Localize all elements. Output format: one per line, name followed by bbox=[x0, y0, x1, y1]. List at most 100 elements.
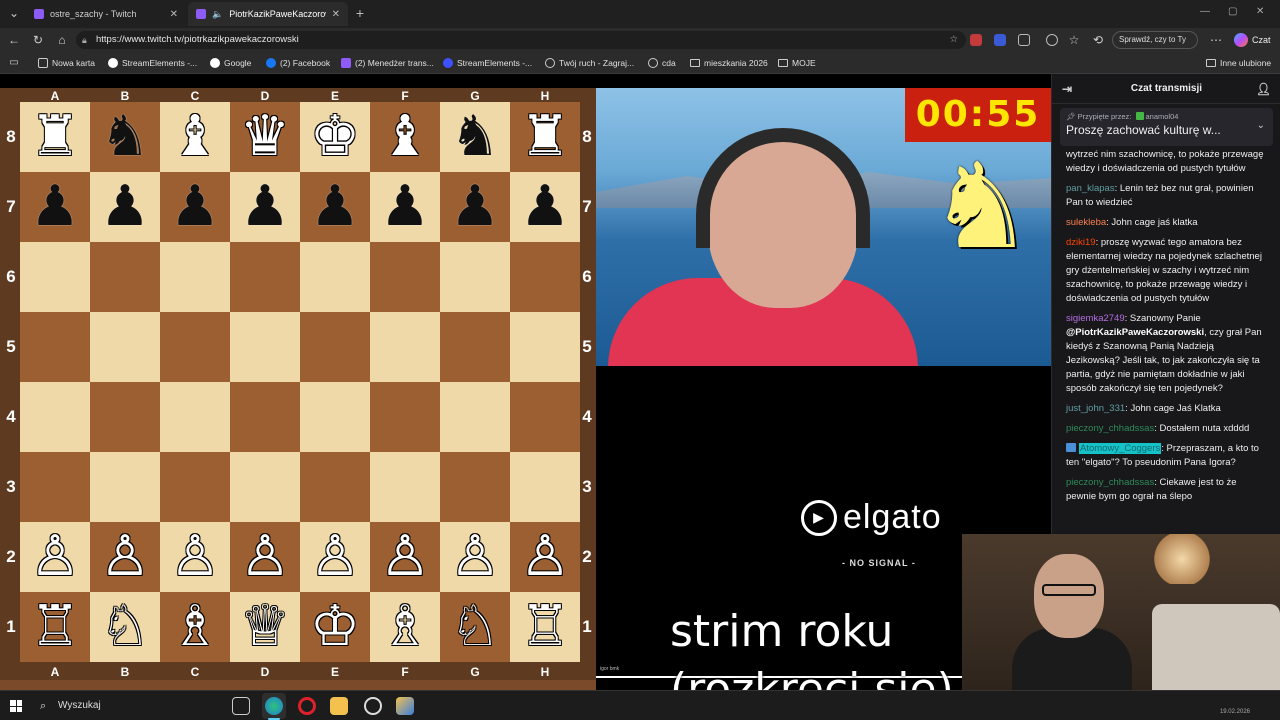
white-piece[interactable]: ♕ bbox=[240, 592, 290, 662]
close-tab-icon[interactable]: ✕ bbox=[332, 9, 340, 20]
square-b6[interactable] bbox=[90, 242, 160, 312]
square-h5[interactable] bbox=[510, 312, 580, 382]
square-a1[interactable]: ♖ bbox=[20, 592, 90, 662]
chat-username[interactable]: pan_klapas bbox=[1066, 183, 1115, 194]
bookmark-menedzer[interactable]: (2) Menedżer trans... bbox=[341, 57, 434, 69]
square-a5[interactable] bbox=[20, 312, 90, 382]
collapse-chat-icon[interactable]: ⇥ bbox=[1062, 82, 1072, 96]
bookmark-twoj-ruch[interactable]: Twój ruch - Zagraj... bbox=[545, 57, 634, 69]
square-b1[interactable]: ♘ bbox=[90, 592, 160, 662]
expand-pinned-icon[interactable]: ⌄ bbox=[1257, 120, 1265, 131]
more-menu-icon[interactable]: ⋯ bbox=[1208, 32, 1224, 48]
square-f5[interactable] bbox=[370, 312, 440, 382]
chat-username[interactable]: dziki19 bbox=[1066, 237, 1096, 248]
square-b4[interactable] bbox=[90, 382, 160, 452]
square-a7[interactable]: ♟ bbox=[20, 172, 90, 242]
white-piece[interactable]: ♝ bbox=[170, 102, 220, 172]
chat-username[interactable]: Atomowy_Coggers bbox=[1079, 443, 1162, 454]
square-a4[interactable] bbox=[20, 382, 90, 452]
history-icon[interactable]: ⟲ bbox=[1090, 32, 1106, 48]
black-piece[interactable]: ♟ bbox=[310, 172, 360, 242]
bookmark-other-favorites[interactable]: Inne ulubione bbox=[1206, 57, 1271, 69]
white-piece[interactable]: ♖ bbox=[30, 592, 80, 662]
windows-start-icon[interactable] bbox=[10, 700, 22, 712]
lock-icon[interactable]: 🔒︎ bbox=[82, 31, 87, 49]
square-g8[interactable]: ♞ bbox=[440, 102, 510, 172]
taskbar-search[interactable]: ⌕ Wyszukaj bbox=[34, 695, 214, 717]
black-piece[interactable]: ♟ bbox=[450, 172, 500, 242]
square-g5[interactable] bbox=[440, 312, 510, 382]
black-piece[interactable]: ♟ bbox=[30, 172, 80, 242]
bookmark-nowa-karta[interactable]: Nowa karta bbox=[38, 57, 95, 69]
bookmark-streamelements-1[interactable]: StreamElements -... bbox=[108, 57, 197, 69]
white-piece[interactable]: ♝ bbox=[380, 102, 430, 172]
bookmark-facebook[interactable]: (2) Facebook bbox=[266, 57, 330, 69]
square-e4[interactable] bbox=[300, 382, 370, 452]
square-d1[interactable]: ♕ bbox=[230, 592, 300, 662]
white-piece[interactable]: ♙ bbox=[30, 522, 80, 592]
white-piece[interactable]: ♙ bbox=[310, 522, 360, 592]
square-f1[interactable]: ♗ bbox=[370, 592, 440, 662]
square-h6[interactable] bbox=[510, 242, 580, 312]
black-piece[interactable]: ♞ bbox=[100, 102, 150, 172]
favorite-star-icon[interactable]: ☆ bbox=[949, 31, 958, 49]
square-f7[interactable]: ♟ bbox=[370, 172, 440, 242]
chat-mention[interactable]: @PiotrKazikPaweKaczorowski bbox=[1066, 327, 1204, 338]
white-piece[interactable]: ♖ bbox=[520, 592, 570, 662]
white-piece[interactable]: ♙ bbox=[380, 522, 430, 592]
square-e2[interactable]: ♙ bbox=[300, 522, 370, 592]
maximize-icon[interactable]: ▢ bbox=[1228, 6, 1237, 17]
obs-icon[interactable] bbox=[364, 697, 382, 715]
black-piece[interactable]: ♟ bbox=[520, 172, 570, 242]
square-c3[interactable] bbox=[160, 452, 230, 522]
square-h8[interactable]: ♜ bbox=[510, 102, 580, 172]
shield-extension-icon[interactable] bbox=[994, 34, 1006, 46]
square-c7[interactable]: ♟ bbox=[160, 172, 230, 242]
square-d7[interactable]: ♟ bbox=[230, 172, 300, 242]
chat-username[interactable]: sulekleba bbox=[1066, 217, 1106, 228]
square-g4[interactable] bbox=[440, 382, 510, 452]
close-tab-icon[interactable]: ✕ bbox=[170, 9, 178, 20]
chat-username[interactable]: pieczony_chhadssas bbox=[1066, 423, 1154, 434]
square-a3[interactable] bbox=[20, 452, 90, 522]
chessboard[interactable]: ♜ ♞ ♝ ♛ ♚ ♝ ♞ ♜ ♟ ♟ ♟ ♟ ♟ ♟ ♟ ♟ ♙ ♙ ♙ ♙ ♙ ♙ ♙ ♙ ♖ ♘ ♗ ♕ ♔ ♗ ♘ ♖ bbox=[20, 102, 580, 662]
chat-username[interactable]: sigiemka2749 bbox=[1066, 313, 1125, 324]
square-e5[interactable] bbox=[300, 312, 370, 382]
square-h4[interactable] bbox=[510, 382, 580, 452]
task-view-icon[interactable] bbox=[232, 697, 250, 715]
square-f3[interactable] bbox=[370, 452, 440, 522]
white-piece[interactable]: ♘ bbox=[100, 592, 150, 662]
square-f4[interactable] bbox=[370, 382, 440, 452]
tab-ostre-szachy[interactable]: ostre_szachy - Twitch ✕ bbox=[26, 2, 186, 26]
white-piece[interactable]: ♙ bbox=[240, 522, 290, 592]
square-c6[interactable] bbox=[160, 242, 230, 312]
square-b3[interactable] bbox=[90, 452, 160, 522]
square-h3[interactable] bbox=[510, 452, 580, 522]
speaker-icon[interactable]: 🔈 bbox=[212, 9, 223, 20]
square-b5[interactable] bbox=[90, 312, 160, 382]
square-h2[interactable]: ♙ bbox=[510, 522, 580, 592]
square-g7[interactable]: ♟ bbox=[440, 172, 510, 242]
square-b7[interactable]: ♟ bbox=[90, 172, 160, 242]
black-piece[interactable]: ♟ bbox=[100, 172, 150, 242]
black-piece[interactable]: ♟ bbox=[170, 172, 220, 242]
back-icon[interactable]: ← bbox=[6, 32, 22, 48]
white-piece[interactable]: ♙ bbox=[170, 522, 220, 592]
tab-piotrkazik[interactable]: 🔈 PiotrKazikPaweKaczorowski - ✕ bbox=[188, 2, 348, 26]
square-c2[interactable]: ♙ bbox=[160, 522, 230, 592]
bookmark-mieszkania[interactable]: mieszkania 2026 bbox=[690, 57, 768, 69]
bookmark-google[interactable]: Google bbox=[210, 57, 251, 69]
square-a2[interactable]: ♙ bbox=[20, 522, 90, 592]
tab-list-chevron-icon[interactable]: ⌄ bbox=[6, 5, 22, 21]
square-c5[interactable] bbox=[160, 312, 230, 382]
bookmark-moje[interactable]: MOJE bbox=[778, 57, 816, 69]
square-f2[interactable]: ♙ bbox=[370, 522, 440, 592]
favorites-icon[interactable]: ☆ bbox=[1066, 32, 1082, 48]
white-piece[interactable]: ♗ bbox=[170, 592, 220, 662]
square-d3[interactable] bbox=[230, 452, 300, 522]
square-g6[interactable] bbox=[440, 242, 510, 312]
square-g1[interactable]: ♘ bbox=[440, 592, 510, 662]
home-icon[interactable]: ⌂ bbox=[54, 32, 70, 48]
square-g2[interactable]: ♙ bbox=[440, 522, 510, 592]
square-f6[interactable] bbox=[370, 242, 440, 312]
